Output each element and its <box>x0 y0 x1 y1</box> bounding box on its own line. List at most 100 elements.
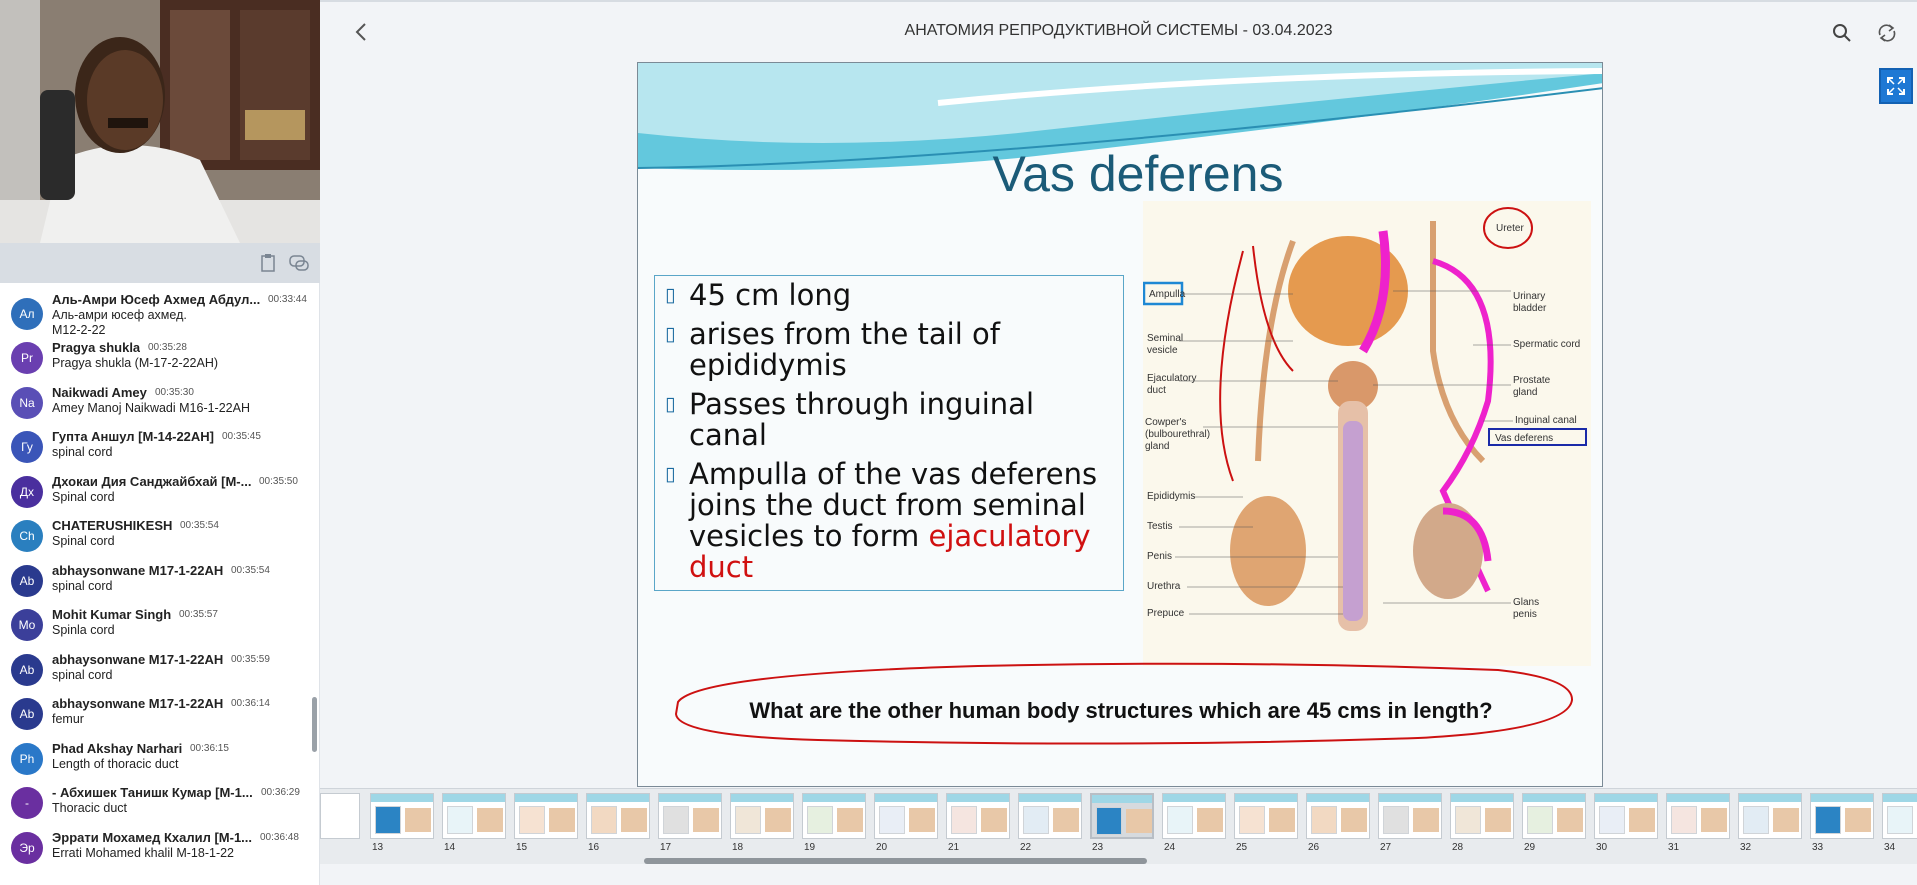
top-bar: АНАТОМИЯ РЕПРОДУКТИВНОЙ СИСТЕМЫ - 03.04.… <box>320 0 1917 62</box>
chat-text: spinal cord <box>52 578 113 593</box>
label-bulbourethral: (bulbourethral) <box>1145 429 1210 440</box>
chat-time: 00:35:28 <box>148 342 187 353</box>
presenter-video <box>0 0 320 243</box>
slide-thumbnail[interactable] <box>874 793 938 839</box>
search-button[interactable] <box>1831 22 1853 44</box>
label-bladder: bladder <box>1513 303 1547 314</box>
chat-message: Ab abhaysonwane M17-1-22AH 00:35:54 spinal … <box>0 563 312 607</box>
slide-thumbnail[interactable] <box>658 793 722 839</box>
chat-text: femur <box>52 712 84 726</box>
chat-list[interactable]: Ал Аль-Амри Юсеф Ахмед Абдул... 00:33:44 Ал… <box>0 288 312 885</box>
search-icon <box>1833 24 1851 42</box>
page-title: АНАТОМИЯ РЕПРОДУКТИВНОЙ СИСТЕМЫ - 03.04.… <box>904 22 1333 39</box>
slide-thumbnail[interactable] <box>1666 793 1730 839</box>
chat-message: Mo Mohit Kumar Singh 00:35:57 Spinla cord <box>0 607 312 651</box>
label-vesicle: vesicle <box>1147 345 1178 356</box>
chat-message: Ch CHATERUSHIKESH 00:35:54 Spinal cord <box>0 518 312 562</box>
slide-number: 22 <box>1020 842 1032 853</box>
chat-message: -- Абхишек Танишк Кумар [М-1... 00:36:29 T… <box>0 785 312 829</box>
slide-thumbnail-partial[interactable] <box>320 793 360 839</box>
chat-time: 00:36:29 <box>261 787 300 798</box>
chat-author: Эррати Мохамед Кхалил [М-1... <box>52 829 253 845</box>
avatar: Pr <box>11 342 43 374</box>
slide-thumbnail[interactable] <box>1594 793 1658 839</box>
slide-thumbnail[interactable] <box>1090 793 1154 839</box>
slide-number: 29 <box>1524 842 1536 853</box>
chat-time: 00:35:59 <box>231 653 270 665</box>
avatar: Гу <box>11 431 43 463</box>
chat-scrollbar[interactable] <box>312 697 317 752</box>
slide-thumbnail[interactable] <box>370 793 434 839</box>
chat-message: Ph Phad Akshay Narhari 00:36:15 Length of t… <box>0 741 312 785</box>
thumbnail-scrollbar[interactable] <box>644 858 1147 864</box>
chat-text: Length of thoracic duct <box>52 756 179 771</box>
slide-thumbnail[interactable] <box>1018 793 1082 839</box>
slide-thumbnail[interactable] <box>1234 793 1298 839</box>
chat-time: 00:35:57 <box>179 609 218 620</box>
slide-number: 26 <box>1308 842 1320 853</box>
slide-thumbnail[interactable] <box>730 793 794 839</box>
left-panel: Ал Аль-Амри Юсеф Ахмед Абдул... 00:33:44 Ал… <box>0 0 320 885</box>
slide-number: 18 <box>732 842 744 853</box>
slide-number: 13 <box>372 842 384 853</box>
slide-number: 25 <box>1236 842 1248 853</box>
bullet-1: 45 cm long <box>665 280 1109 312</box>
chat-author: Pragya shukla <box>52 340 141 355</box>
slide-number: 20 <box>876 842 888 853</box>
chat-message: Ab abhaysonwane M17-1-22AH 00:35:59 spinal … <box>0 652 312 696</box>
sync-icon <box>1878 24 1896 42</box>
sync-button[interactable] <box>1875 22 1899 44</box>
chat-author: Гупта Аншул [М-14-22АН] <box>52 429 215 444</box>
slide-thumbnail[interactable] <box>586 793 650 839</box>
slide-thumbnail[interactable] <box>1810 793 1874 839</box>
slide-question: What are the other human body structures… <box>749 698 1493 723</box>
clipboard-icon[interactable] <box>258 253 278 273</box>
slide-thumbnail[interactable] <box>1522 793 1586 839</box>
anatomy-diagram: Ampulla Seminal vesicle Ejaculatory duct… <box>1143 201 1591 666</box>
presenter-video-frame <box>0 0 320 243</box>
label-urethra: Urethra <box>1147 581 1181 592</box>
chat-message: Эр Эррати Мохамед Кхалил [М-1... 00:36:48 E… <box>0 830 312 874</box>
chat-author: Phad Akshay Narhari <box>52 740 183 756</box>
chat-message: Дх Дхокаи Дия Санджайбхай [М-... 00:35:50 S… <box>0 474 312 518</box>
chat-message: Гу Гупта Аншул [М-14-22АН] 00:35:45 spinal … <box>0 429 312 473</box>
label-seminal: Seminal <box>1147 333 1183 344</box>
chat-author: - Абхишек Танишк Кумар [М-1... <box>52 785 253 800</box>
slide-thumbnail[interactable] <box>802 793 866 839</box>
slide-thumbnail[interactable] <box>1450 793 1514 839</box>
chat-icon[interactable] <box>288 253 309 273</box>
chat-text: Amey Manoj Naikwadi M16-1-22AH <box>52 400 250 415</box>
slide-thumbnail[interactable] <box>1738 793 1802 839</box>
chat-time: 00:36:14 <box>231 698 270 709</box>
slide-thumbnail[interactable] <box>1162 793 1226 839</box>
chat-text: spinal cord <box>52 667 113 682</box>
slide-thumbnail[interactable] <box>946 793 1010 839</box>
thumbnail-strip[interactable]: 13 14 15 16 17 18 19 20 21 22 23 24 25 26 27 28 29 30 31 32… <box>320 788 1917 864</box>
fullscreen-button[interactable] <box>1879 68 1913 104</box>
avatar: - <box>11 787 43 819</box>
slide-thumbnail[interactable] <box>1306 793 1370 839</box>
chat-time: 00:35:45 <box>222 431 261 442</box>
chat-time: 00:35:54 <box>231 564 270 576</box>
slide-thumbnail[interactable] <box>1378 793 1442 839</box>
slide-number: 23 <box>1092 842 1104 853</box>
chat-text: Spinal cord <box>52 534 115 548</box>
slide-thumbnail[interactable] <box>442 793 506 839</box>
chat-time: 00:35:54 <box>180 520 219 531</box>
bullet-3: Passes through inguinal canal <box>665 389 1109 451</box>
slide-number: 33 <box>1812 842 1824 853</box>
current-slide: Vas deferens 45 cm long arises from the … <box>637 62 1603 787</box>
label-duct: duct <box>1147 385 1166 396</box>
chat-time: 00:35:50 <box>259 475 298 487</box>
slide-number: 15 <box>516 842 528 853</box>
chat-time: 00:35:30 <box>155 386 194 398</box>
slide-thumbnail[interactable] <box>1882 793 1917 839</box>
label-cowper: Cowper's <box>1145 417 1186 428</box>
chat-time: 00:33:44 <box>268 294 307 305</box>
label-glans-penis: penis <box>1513 609 1537 620</box>
label-inguinal-canal: Inguinal canal <box>1515 415 1577 426</box>
slide-thumbnail[interactable] <box>514 793 578 839</box>
label-penis: Penis <box>1147 551 1172 562</box>
label-ureter: Ureter <box>1496 223 1524 234</box>
bullet-4: Ampulla of the vas deferens joins the du… <box>665 459 1109 583</box>
